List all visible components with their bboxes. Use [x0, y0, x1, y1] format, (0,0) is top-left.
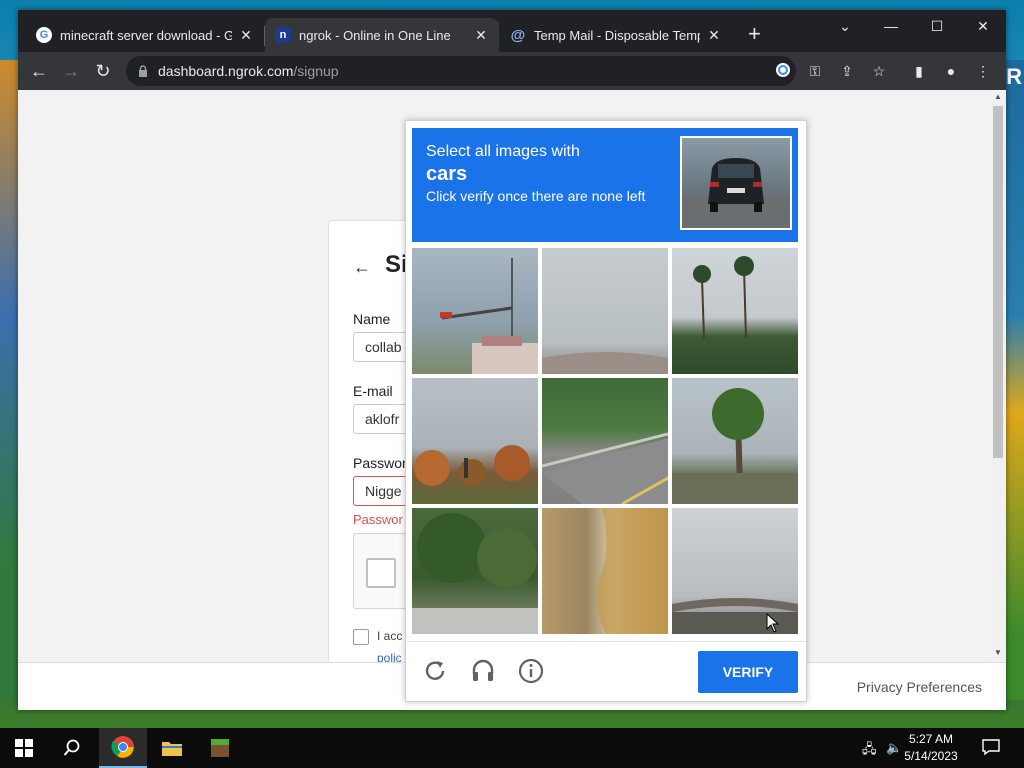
windows-icon [15, 739, 33, 757]
tab-title: ngrok - Online in One Line [299, 27, 451, 43]
back-button[interactable]: ← [28, 60, 50, 82]
share-icon[interactable]: ⇪ [838, 62, 856, 80]
scroll-up-icon[interactable]: ▲ [990, 92, 1006, 104]
minecraft-icon [211, 739, 229, 757]
system-clock[interactable]: 5:27 AM 5/14/2023 [896, 731, 966, 765]
address-bar[interactable]: dashboard.ngrok.com/signup [126, 56, 796, 86]
audio-challenge-icon[interactable] [470, 658, 496, 684]
captcha-tile[interactable] [672, 378, 798, 504]
reload-button[interactable]: ↻ [92, 60, 114, 82]
notifications-icon[interactable] [982, 738, 1000, 759]
captcha-tile[interactable] [412, 248, 538, 374]
close-tab-icon[interactable]: ✕ [706, 27, 722, 44]
captcha-prompt: Select all images with cars Click verify… [412, 128, 798, 242]
start-button[interactable] [0, 728, 48, 768]
bookmark-star-icon[interactable]: ☆ [870, 62, 888, 80]
google-icon: G [36, 27, 52, 43]
captcha-tile[interactable] [412, 508, 538, 634]
prompt-target: cars [426, 163, 468, 185]
key-icon[interactable]: ⚿ [806, 62, 824, 80]
password-label: Passwor [353, 455, 407, 471]
taskbar-file-explorer[interactable] [148, 728, 196, 768]
terms-text: I acc [377, 629, 403, 643]
captcha-challenge: Select all images with cars Click verify… [405, 120, 807, 702]
captcha-tile[interactable] [542, 248, 668, 374]
scroll-down-icon[interactable]: ▼ [990, 648, 1006, 660]
taskbar: 🖧 🔈 5:27 AM 5/14/2023 [0, 728, 1024, 768]
tab-title: Temp Mail - Disposable Tempora [534, 27, 700, 43]
tab-ngrok[interactable]: n ngrok - Online in One Line ✕ [265, 18, 499, 52]
reload-challenge-icon[interactable] [422, 658, 448, 684]
captcha-tile[interactable] [672, 248, 798, 374]
ngrok-icon: n [275, 27, 291, 43]
recaptcha-checkbox[interactable] [366, 558, 396, 588]
tab-search-icon[interactable]: ⌄ [822, 16, 868, 36]
prompt-instruction: Click verify once there are none left [426, 188, 646, 204]
profile-icon[interactable]: ● [942, 62, 960, 80]
close-tab-icon[interactable]: ✕ [473, 27, 489, 44]
tab-temp-mail[interactable]: @ Temp Mail - Disposable Tempora ✕ [500, 18, 732, 52]
close-tab-icon[interactable]: ✕ [238, 27, 254, 44]
wallpaper-right-edge: R [1006, 60, 1024, 700]
at-sign-icon: @ [510, 26, 526, 44]
search-icon [63, 739, 80, 756]
page-scrollbar[interactable]: ▲ ▼ [990, 90, 1006, 662]
chrome-icon [111, 736, 134, 758]
taskbar-chrome[interactable] [99, 728, 147, 768]
clock-time: 5:27 AM [908, 732, 954, 746]
terms-checkbox[interactable] [353, 629, 369, 645]
tab-title: minecraft server download - Goo [60, 27, 232, 43]
network-icon[interactable]: 🖧 [862, 740, 877, 762]
google-lens-icon[interactable] [774, 62, 792, 80]
captcha-tile[interactable] [542, 508, 668, 634]
captcha-tile[interactable] [412, 378, 538, 504]
minimize-button[interactable]: — [868, 16, 914, 36]
lock-icon [139, 65, 147, 77]
taskbar-minecraft[interactable] [196, 728, 244, 768]
url-host: dashboard.ngrok.com [158, 63, 294, 79]
maximize-button[interactable]: ☐ [914, 16, 960, 36]
privacy-preferences-link[interactable]: Privacy Preferences [857, 679, 982, 695]
forward-button[interactable]: → [60, 60, 82, 82]
browser-toolbar: ← → ↻ dashboard.ngrok.com/signup ⚿ ⇪ ☆ ▮… [18, 52, 1006, 90]
menu-kebab-icon[interactable]: ⋮ [974, 62, 992, 80]
sample-car-image [680, 136, 792, 230]
name-label: Name [353, 311, 391, 327]
prompt-line: Select all images with [426, 143, 580, 160]
new-tab-button[interactable]: + [748, 23, 761, 45]
back-arrow-icon[interactable]: ← [353, 257, 371, 278]
side-panel-icon[interactable]: ▮ [910, 62, 928, 80]
tab-strip: G minecraft server download - Goo ✕ n ng… [18, 10, 1006, 52]
info-icon[interactable] [518, 658, 544, 684]
password-error: Passwor [353, 512, 403, 527]
captcha-image-grid [412, 248, 798, 634]
url-path: /signup [293, 63, 339, 79]
clock-date: 5/14/2023 [904, 749, 958, 763]
email-label: E-mail [353, 383, 393, 399]
scrollbar-thumb[interactable] [993, 106, 1003, 458]
search-button[interactable] [48, 728, 96, 768]
mouse-cursor-icon [766, 613, 780, 633]
verify-button[interactable]: VERIFY [698, 651, 798, 693]
captcha-tile[interactable] [542, 378, 668, 504]
folder-icon [162, 742, 182, 756]
wallpaper-left-edge [0, 60, 18, 700]
captcha-footer: VERIFY [406, 641, 806, 702]
close-window-button[interactable]: ✕ [960, 16, 1006, 36]
tab-google-search[interactable]: G minecraft server download - Goo ✕ [26, 18, 264, 52]
